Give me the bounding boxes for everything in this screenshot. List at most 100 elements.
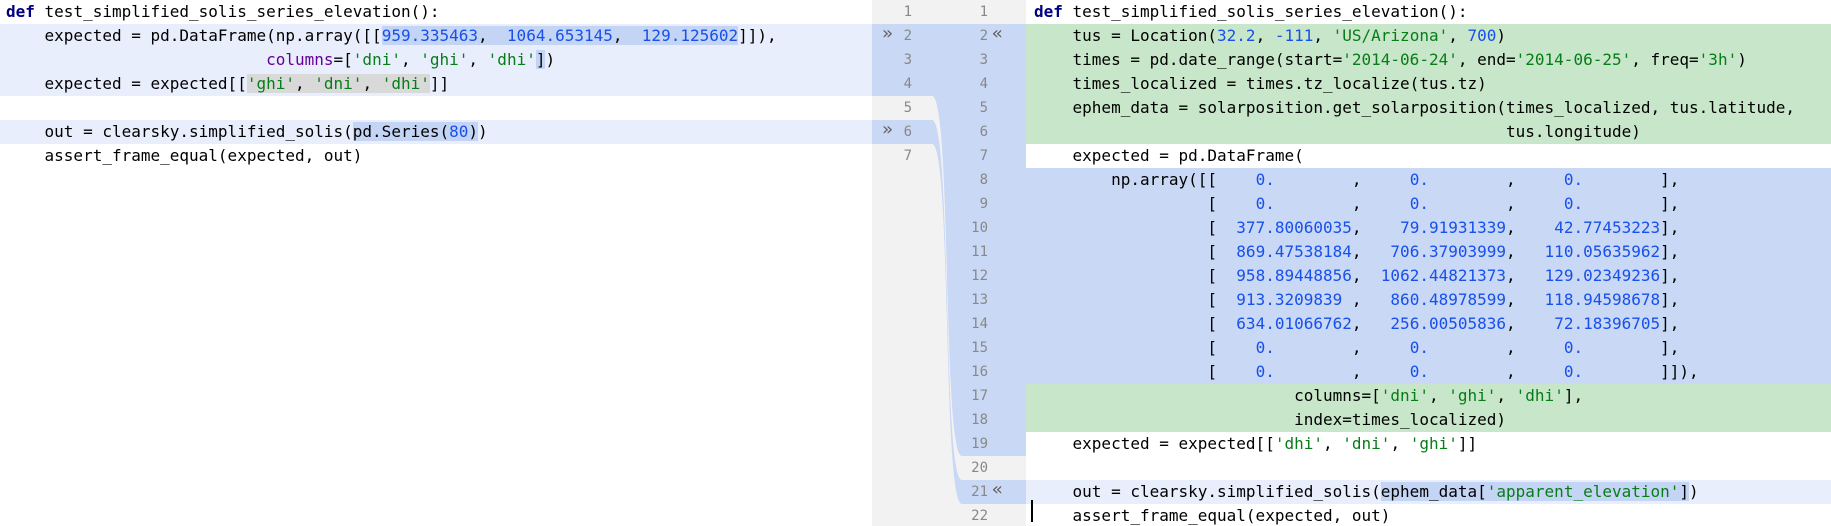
right-code-line[interactable]: [ 958.89448856, 1062.44821373, 129.02349…	[1026, 264, 1831, 288]
code-token: 0.	[1409, 338, 1507, 357]
right-code-line[interactable]: [ 634.01066762, 256.00505836, 72.1839670…	[1026, 312, 1831, 336]
code-token: 0.	[1563, 194, 1661, 213]
code-token: 0.	[1255, 338, 1352, 357]
right-code-line[interactable]: [ 0. , 0. , 0. ],	[1026, 336, 1831, 360]
left-code-line[interactable]: columns=['dni', 'ghi', 'dhi'])	[0, 48, 872, 72]
code-token: 0.	[1409, 170, 1507, 189]
code-token: '3h'	[1698, 50, 1738, 69]
code-token: 0.	[1255, 194, 1352, 213]
right-code-line[interactable]	[1026, 456, 1831, 480]
left-editor-pane[interactable]: def test_simplified_solis_series_elevati…	[0, 0, 872, 526]
code-token: [	[1034, 362, 1256, 381]
code-token: 869.47538184	[1236, 242, 1352, 261]
code-token: 129.125602	[641, 26, 739, 45]
right-code-line[interactable]: [ 0. , 0. , 0. ]]),	[1026, 360, 1831, 384]
code-token: [	[1034, 338, 1256, 357]
left-code-line[interactable]: def test_simplified_solis_series_elevati…	[0, 0, 872, 24]
left-code-line[interactable]: expected = expected[['ghi', 'dni', 'dhi'…	[0, 72, 872, 96]
right-code-line[interactable]: columns=['dni', 'ghi', 'dhi'],	[1026, 384, 1831, 408]
code-token: 0.	[1409, 362, 1507, 381]
code-token: 700	[1467, 26, 1497, 45]
code-token: ,	[1323, 434, 1343, 453]
code-token: ],	[1660, 170, 1680, 189]
code-token: )	[1496, 26, 1507, 45]
right-code-line[interactable]: times_localized = times.tz_localize(tus.…	[1026, 72, 1831, 96]
code-token: 79.91931339	[1400, 218, 1507, 237]
text-caret	[1031, 500, 1033, 522]
right-code-line[interactable]: assert_frame_equal(expected, out)	[1026, 504, 1831, 526]
right-code-line[interactable]: np.array([[ 0. , 0. , 0. ],	[1026, 168, 1831, 192]
apply-right-arrow-icon[interactable]: «	[992, 22, 1003, 46]
right-editor-pane[interactable]: def test_simplified_solis_series_elevati…	[1026, 0, 1831, 526]
right-code-line[interactable]: expected = pd.DataFrame(	[1026, 144, 1831, 168]
code-token: ],	[1660, 194, 1680, 213]
code-token: expected = expected[[	[6, 74, 247, 93]
code-token: 'dhi'	[1274, 434, 1323, 453]
right-line-number: 13	[971, 292, 988, 308]
code-token: 'dni'	[1380, 386, 1429, 405]
code-token: ,	[1506, 314, 1555, 333]
code-token: ]]),	[1660, 362, 1699, 381]
code-token: test_simplified_solis_series_elevation()…	[34, 2, 440, 21]
right-code-line[interactable]: [ 0. , 0. , 0. ],	[1026, 192, 1831, 216]
left-line-number: 4	[903, 76, 912, 92]
code-token: 'US/Arizona'	[1332, 26, 1449, 45]
code-token: )	[468, 122, 479, 141]
right-line-number: 21	[971, 484, 988, 500]
code-token: =[	[333, 50, 353, 69]
code-token: , end=	[1457, 50, 1516, 69]
right-code-line[interactable]: tus.longitude)	[1026, 120, 1831, 144]
right-code-line[interactable]: times = pd.date_range(start='2014-06-24'…	[1026, 48, 1831, 72]
code-token: ,	[400, 50, 421, 69]
code-token: 'dni'	[1342, 434, 1391, 453]
right-code-line[interactable]: [ 913.3209839 , 860.48978599, 118.945986…	[1026, 288, 1831, 312]
code-token: ],	[1563, 386, 1584, 405]
code-token: 860.48978599	[1390, 290, 1507, 309]
code-token: out = clearsky.simplified_solis(	[6, 122, 353, 141]
code-token: [	[1034, 314, 1237, 333]
code-token: index=times_localized)	[1034, 410, 1507, 429]
code-token: ,	[468, 50, 488, 69]
code-token: 'ghi'	[420, 50, 469, 69]
left-code-line[interactable]	[0, 96, 872, 120]
left-code-line[interactable]: expected = pd.DataFrame(np.array([[959.3…	[0, 24, 872, 48]
code-token: 110.05635962	[1544, 242, 1661, 261]
code-token: [	[1034, 290, 1237, 309]
right-code-line[interactable]: [ 869.47538184, 706.37903999, 110.056359…	[1026, 240, 1831, 264]
right-code-line[interactable]: def test_simplified_solis_series_elevati…	[1026, 0, 1831, 24]
code-token: columns=[	[1034, 386, 1381, 405]
right-code-line[interactable]: ephem_data = solarposition.get_solarposi…	[1026, 96, 1831, 120]
right-code-line[interactable]: expected = expected[['dhi', 'dni', 'ghi'…	[1026, 432, 1831, 456]
apply-right-arrow-icon[interactable]: «	[992, 478, 1003, 502]
code-token: 377.80060035	[1236, 218, 1352, 237]
code-token: ]]),	[738, 26, 777, 45]
code-token: ,	[1506, 290, 1545, 309]
left-code-line[interactable]: assert_frame_equal(expected, out)	[0, 144, 872, 168]
code-token: ],	[1660, 338, 1680, 357]
left-code-line[interactable]: out = clearsky.simplified_solis(pd.Serie…	[0, 120, 872, 144]
code-token: '2014-06-25'	[1515, 50, 1632, 69]
code-token: ,	[1496, 386, 1516, 405]
code-token: ,	[1506, 362, 1564, 381]
code-token: 'ghi'	[1448, 386, 1497, 405]
code-token: 958.89448856	[1236, 266, 1352, 285]
code-token: ,	[1506, 338, 1564, 357]
apply-left-arrow-icon[interactable]: »	[882, 118, 893, 142]
code-token: ]]	[1457, 434, 1478, 453]
code-token: ,	[1351, 314, 1391, 333]
right-code-line[interactable]: index=times_localized)	[1026, 408, 1831, 432]
right-code-line[interactable]: out = clearsky.simplified_solis(ephem_da…	[1026, 480, 1831, 504]
code-token: def	[6, 2, 35, 21]
code-token: 1064.653145	[506, 26, 613, 45]
code-token: 129.02349236	[1544, 266, 1661, 285]
code-token: ,	[1506, 170, 1564, 189]
code-token: )	[478, 122, 488, 141]
right-line-number: 17	[971, 388, 988, 404]
apply-left-arrow-icon[interactable]: »	[882, 22, 893, 46]
code-token: 'dni'	[352, 50, 401, 69]
code-token: 'ghi'	[1409, 434, 1458, 453]
code-token: expected = pd.DataFrame(np.array([[	[6, 26, 382, 45]
code-token: ,	[1351, 266, 1381, 285]
right-code-line[interactable]: tus = Location(32.2, -111, 'US/Arizona',…	[1026, 24, 1831, 48]
right-code-line[interactable]: [ 377.80060035, 79.91931339, 42.77453223…	[1026, 216, 1831, 240]
